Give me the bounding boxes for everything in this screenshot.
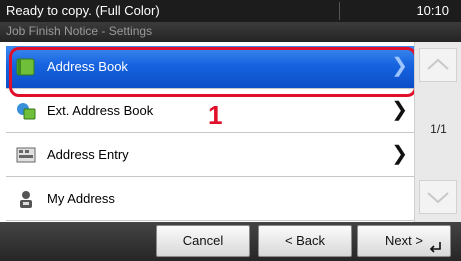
enter-icon [429, 242, 441, 253]
screen-title-bar: Job Finish Notice - Settings [0, 22, 461, 42]
panel-screen: Ready to copy. (Full Color) 10:10 Job Fi… [0, 0, 461, 261]
chevron-down-icon [427, 192, 449, 204]
scroll-up-button[interactable] [419, 48, 457, 82]
status-time: 10:10 [416, 3, 449, 18]
chevron-right-icon: ❯ [391, 99, 408, 121]
chevron-right-icon: ❯ [391, 143, 408, 165]
status-message: Ready to copy. (Full Color) [6, 3, 160, 18]
scroll-down-button[interactable] [419, 180, 457, 214]
list-item-address-entry[interactable]: Address Entry ❯ [6, 134, 414, 177]
next-button[interactable]: Next > [357, 225, 451, 257]
person-icon [20, 191, 32, 208]
page-indicator: 1/1 [430, 122, 447, 136]
list-item-my-address[interactable]: My Address [6, 178, 414, 221]
ext-address-book-icon [17, 103, 36, 120]
screen-title: Job Finish Notice - Settings [6, 24, 153, 38]
list-item-label: Address Entry [47, 147, 129, 162]
next-button-label: Next > [385, 233, 423, 248]
selection-highlight-frame [9, 47, 417, 97]
back-button[interactable]: < Back [258, 225, 352, 257]
step-callout: 1 [208, 100, 223, 130]
chevron-up-icon [427, 58, 449, 70]
cancel-button[interactable]: Cancel [156, 225, 250, 257]
list-item-label: Ext. Address Book [47, 103, 154, 118]
status-divider [339, 2, 340, 20]
action-bar: Cancel < Back Next > [0, 222, 461, 261]
list-item-label: My Address [47, 191, 115, 206]
status-bar: Ready to copy. (Full Color) 10:10 [0, 0, 461, 22]
scroll-panel: 1/1 [414, 42, 461, 222]
keyboard-icon [16, 147, 36, 163]
